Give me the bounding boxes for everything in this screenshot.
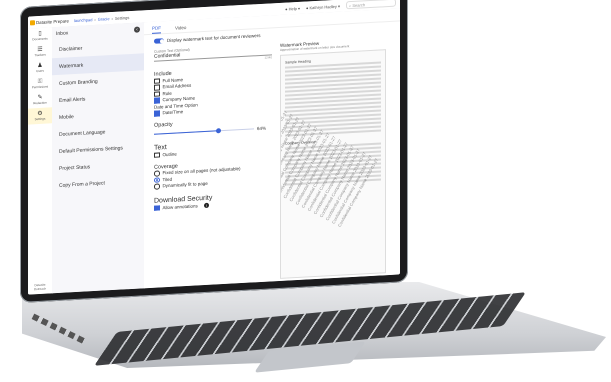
rail-label: Settings	[34, 116, 46, 122]
rail-item-users[interactable]: ♟ Users	[28, 59, 52, 76]
brand[interactable]: Datasite Prepare	[30, 18, 69, 25]
laptop-lid: Datasite Prepare launchpad › Gracie › Se…	[20, 0, 408, 304]
display-watermark-toggle[interactable]	[154, 38, 164, 44]
checkbox[interactable]	[154, 110, 160, 117]
option-label: Date/Time	[162, 109, 184, 116]
watermark-preview: Watermark Preview Approximation of water…	[280, 37, 392, 279]
breadcrumb-separator: ›	[111, 15, 113, 21]
icon-rail: ▯ Documents ☰ Trackers ♟ Users ⚿ Permissions…	[28, 27, 53, 295]
rail-label: Trackers	[34, 52, 46, 58]
opacity-slider-handle[interactable]	[215, 127, 221, 134]
opacity-value: 64%	[257, 125, 267, 132]
help-icon: ●	[285, 6, 288, 12]
settings-sidebar: Inbox ‹ Disclaimer Watermark Custom Bran…	[52, 22, 145, 294]
rail-item-permissions[interactable]: ⚿ Permissions	[28, 75, 52, 92]
checkbox[interactable]	[154, 77, 160, 84]
option-label: Outline	[162, 151, 177, 158]
user-icon: ●	[305, 4, 309, 11]
checkbox[interactable]	[154, 97, 160, 104]
breadcrumb-current: Settings	[114, 14, 130, 21]
chevron-left-icon: ‹	[136, 26, 138, 33]
checkbox[interactable]	[154, 84, 160, 91]
rail-item-trackers[interactable]: ☰ Trackers	[28, 43, 52, 60]
user-menu[interactable]: ● Kathryn Hadley ▾	[306, 3, 340, 10]
rail-label: Users	[36, 68, 44, 74]
brand-name: Datasite Prepare	[36, 17, 69, 25]
search-icon: ⌕	[349, 2, 352, 8]
tab-pdf[interactable]: PDF	[152, 25, 161, 34]
breadcrumb-launchpad[interactable]: launchpad	[74, 17, 92, 23]
display-watermark-row: Display watermark text for document revi…	[154, 33, 261, 44]
watermark-settings-panel: PDF Video Display watermark text for doc…	[144, 8, 400, 289]
opacity-slider[interactable]	[154, 127, 254, 135]
watermark-options: Custom Text (Optional) Confidential 12/4…	[154, 43, 272, 211]
help-label: Help	[288, 5, 297, 11]
display-watermark-label: Display watermark text for document revi…	[167, 32, 261, 44]
info-icon[interactable]: i	[203, 202, 209, 208]
option-label: Allow annotations	[162, 203, 198, 211]
search-placeholder: Search	[352, 1, 366, 8]
breadcrumb-separator: ›	[94, 16, 96, 22]
radio[interactable]	[154, 170, 160, 177]
datasite-logo-icon	[30, 19, 35, 25]
rail-footer[interactable]: Datasite Outreach	[28, 282, 52, 292]
radio[interactable]	[154, 176, 160, 183]
collapse-sidebar-button[interactable]: ‹	[134, 26, 140, 33]
sidebar-header-title: Inbox	[56, 30, 69, 38]
opacity-slider-fill	[154, 130, 218, 135]
checkbox[interactable]	[154, 204, 160, 211]
help-menu[interactable]: ● Help ▾	[285, 5, 300, 11]
rail-item-settings[interactable]: ⚙ Settings	[28, 107, 52, 125]
tab-video[interactable]: Video	[175, 25, 186, 33]
rail-label: Documents	[32, 36, 48, 42]
radio[interactable]	[154, 183, 160, 190]
laptop-screen: Datasite Prepare launchpad › Gracie › Se…	[28, 0, 400, 295]
checkbox[interactable]	[154, 151, 160, 158]
option-label: Tiled	[162, 176, 173, 183]
rail-item-documents[interactable]: ▯ Documents	[28, 27, 52, 44]
preview-document: Sample Heading Company Overview 2023-01-…	[280, 49, 386, 279]
user-name: Kathryn Hadley	[309, 3, 337, 10]
breadcrumb-project[interactable]: Gracie	[98, 16, 110, 22]
option-label: Role	[162, 90, 172, 97]
rail-item-redaction[interactable]: ✎ Redaction	[28, 91, 52, 108]
checkbox[interactable]	[154, 90, 160, 97]
sidebar-item-copy-from-project[interactable]: Copy From a Project	[52, 172, 144, 194]
option-label: Dynamically fit to page	[162, 181, 208, 189]
breadcrumb: launchpad › Gracie › Settings	[74, 15, 129, 23]
rail-label: Redaction	[33, 100, 47, 106]
search-input[interactable]: ⌕ Search	[346, 0, 396, 10]
rail-label: Permissions	[31, 84, 49, 90]
